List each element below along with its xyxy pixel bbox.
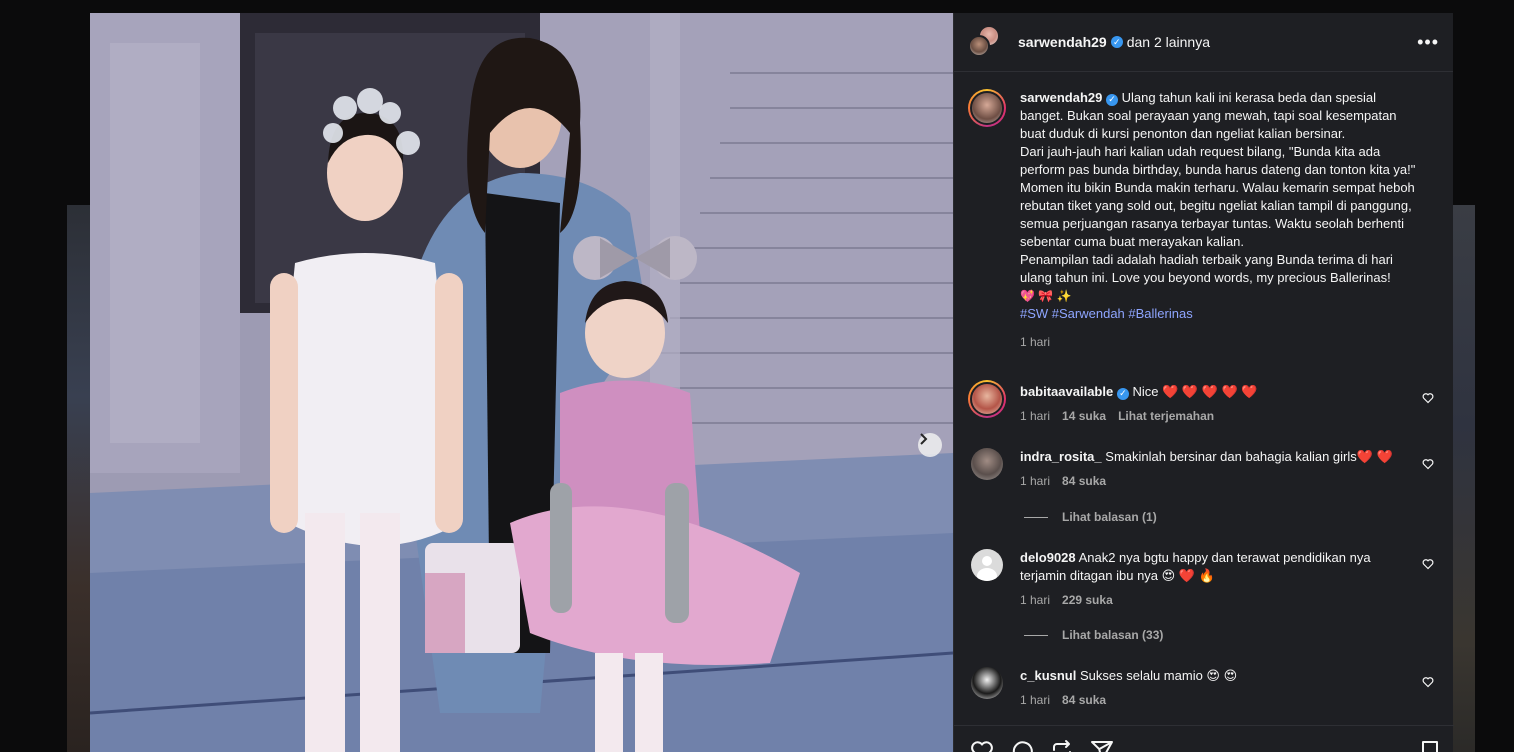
avatar[interactable] [968, 380, 1006, 418]
view-replies-label: Lihat balasan (1) [1062, 510, 1157, 524]
comment-likes[interactable]: 14 suka [1062, 407, 1106, 425]
verified-badge-icon: ✓ [1110, 36, 1123, 48]
view-replies-button[interactable]: Lihat balasan (33) [1024, 628, 1163, 642]
comment-username[interactable]: c_kusnul [1020, 668, 1076, 683]
like-comment-heart-icon[interactable] [1422, 458, 1434, 470]
post-caption: sarwendah29 ✓ Ulang tahun kali ini keras… [968, 89, 1438, 351]
caption-hashtags[interactable]: #SW #Sarwendah #Ballerinas [1020, 305, 1420, 323]
caption-username[interactable]: sarwendah29 [1020, 90, 1102, 105]
avatar[interactable] [971, 549, 1003, 581]
collab-text[interactable]: dan 2 lainnya [1127, 34, 1210, 50]
comment-body: babitaavailable ✓ Nice ❤️ ❤️ ❤️ ❤️ ❤️ 1 … [1020, 383, 1416, 425]
repost-icon[interactable] [1050, 739, 1074, 752]
more-horizontal-icon: ••• [1417, 32, 1439, 52]
send-icon[interactable] [1090, 739, 1114, 752]
verified-badge-icon: ✓ [1116, 387, 1129, 400]
comment-text: Nice ❤️ ❤️ ❤️ ❤️ ❤️ [1132, 384, 1258, 399]
more-options-button[interactable]: ••• [1417, 33, 1439, 51]
avatar[interactable] [971, 667, 1003, 699]
photo-illustration [90, 13, 953, 752]
view-replies-button[interactable]: Lihat balasan (1) [1024, 510, 1157, 524]
comment-username[interactable]: babitaavailable [1020, 384, 1113, 399]
verified-badge-icon: ✓ [1106, 93, 1118, 106]
post-photo[interactable] [90, 13, 953, 752]
background-feed-right [1453, 205, 1475, 752]
caption-line-3: Penampilan tadi adalah hadiah terbaik ya… [1020, 252, 1393, 285]
comments-scroll-area[interactable]: sarwendah29 ✓ Ulang tahun kali ini keras… [954, 73, 1454, 713]
chevron-right-icon [920, 433, 928, 445]
comment-item: delo9028 Anak2 nya bgtu happy dan terawa… [968, 549, 1438, 609]
header-user: sarwendah29 ✓ dan 2 lainnya [1018, 34, 1210, 50]
post-actions [954, 725, 1454, 752]
comment-text: Sukses selalu mamio 😍 😍 [1079, 668, 1238, 683]
comment-time[interactable]: 1 hari [1020, 591, 1050, 609]
comment-body: delo9028 Anak2 nya bgtu happy dan terawa… [1020, 549, 1416, 609]
post-side-panel: sarwendah29 ✓ dan 2 lainnya ••• sarwenda… [953, 13, 1454, 752]
like-comment-heart-icon[interactable] [1422, 558, 1434, 570]
avatar[interactable] [971, 448, 1003, 480]
carousel-next-button[interactable] [918, 433, 942, 457]
divider [1024, 634, 1048, 636]
avatar [968, 35, 990, 57]
background-feed-left [67, 205, 90, 752]
comment-time[interactable]: 1 hari [1020, 691, 1050, 709]
caption-time[interactable]: 1 hari [1020, 333, 1050, 351]
translate-link[interactable]: Lihat terjemahan [1118, 407, 1214, 425]
caption-line-2: Dari jauh-jauh hari kalian udah request … [1020, 144, 1416, 249]
comment-icon[interactable] [1010, 739, 1034, 752]
comment-body: indra_rosita_ Smakinlah bersinar dan bah… [1020, 448, 1416, 490]
header-username[interactable]: sarwendah29 [1018, 34, 1107, 50]
heart-icon[interactable] [970, 739, 994, 752]
comment-item: indra_rosita_ Smakinlah bersinar dan bah… [968, 448, 1438, 490]
comment-body: c_kusnul Sukses selalu mamio 😍 😍 1 hari … [1020, 667, 1416, 709]
comment-likes[interactable]: 84 suka [1062, 691, 1106, 709]
divider [1024, 516, 1048, 518]
caption-text: sarwendah29 ✓ Ulang tahun kali ini keras… [1020, 89, 1420, 351]
view-replies-label: Lihat balasan (33) [1062, 628, 1164, 642]
comment-likes[interactable]: 84 suka [1062, 472, 1106, 490]
comment-time[interactable]: 1 hari [1020, 407, 1050, 425]
post-header: sarwendah29 ✓ dan 2 lainnya ••• [954, 13, 1453, 72]
avatar[interactable] [968, 89, 1006, 127]
post-modal: sarwendah29 ✓ dan 2 lainnya ••• sarwenda… [90, 13, 1454, 752]
bookmark-icon[interactable] [1418, 739, 1442, 752]
caption-emojis: 💖 🎀 ✨ [1020, 289, 1072, 303]
comment-username[interactable]: indra_rosita_ [1020, 449, 1102, 464]
like-comment-heart-icon[interactable] [1422, 676, 1434, 688]
comment-username[interactable]: delo9028 [1020, 550, 1076, 565]
like-comment-heart-icon[interactable] [1422, 392, 1434, 404]
comment-time[interactable]: 1 hari [1020, 472, 1050, 490]
comment-item: c_kusnul Sukses selalu mamio 😍 😍 1 hari … [968, 667, 1438, 709]
comment-item: babitaavailable ✓ Nice ❤️ ❤️ ❤️ ❤️ ❤️ 1 … [968, 380, 1438, 425]
comment-text: Smakinlah bersinar dan bahagia kalian gi… [1105, 449, 1393, 464]
comment-likes[interactable]: 229 suka [1062, 591, 1113, 609]
collab-avatars[interactable] [968, 25, 1002, 59]
